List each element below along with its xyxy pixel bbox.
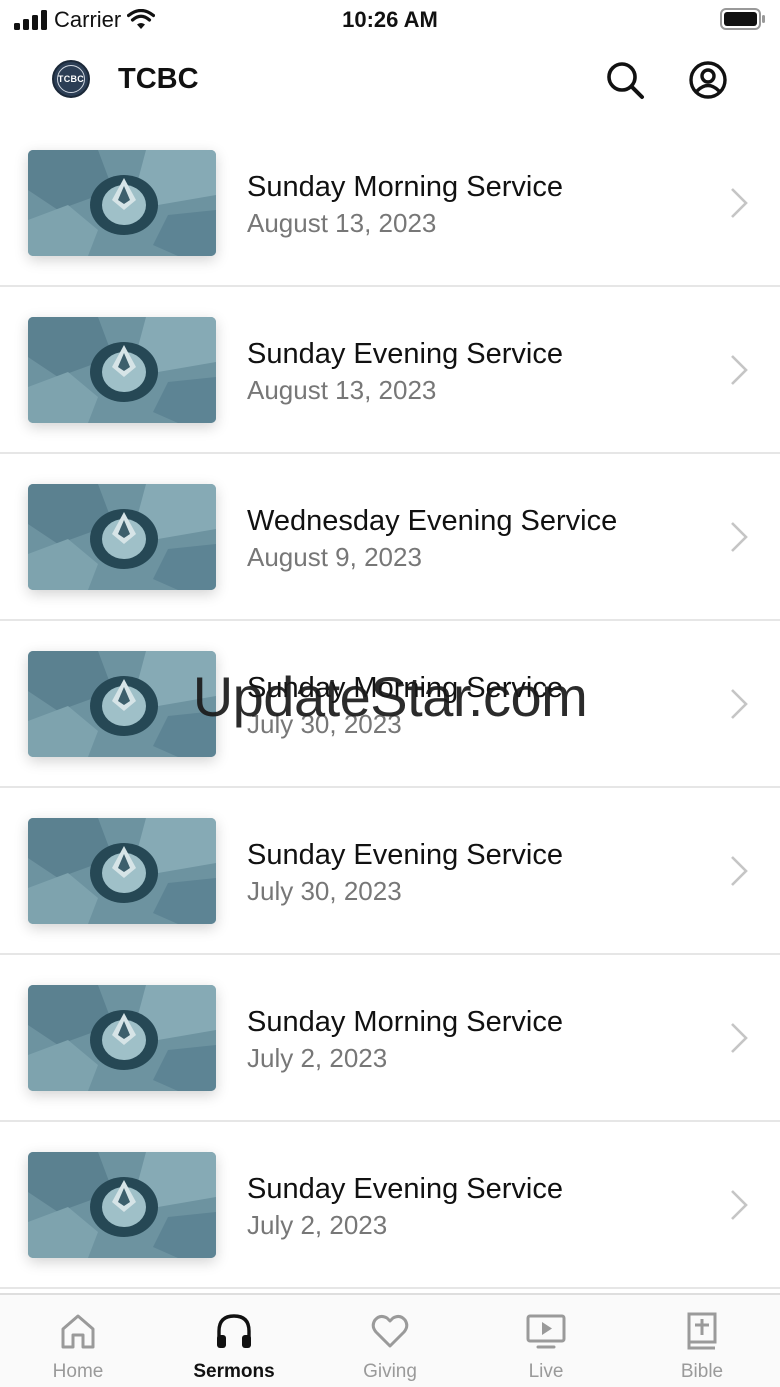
sermon-date: August 9, 2023 [247,542,422,572]
sermon-row[interactable]: Sunday Morning Service July 2, 2023 [0,955,780,1122]
chevron-right-icon [731,188,748,218]
account-icon [689,61,727,99]
tab-giving[interactable]: Giving [312,1295,468,1387]
sermon-title: Sunday Evening Service [247,338,563,370]
account-button[interactable] [686,58,730,102]
app-title: TCBC [118,63,199,95]
search-icon [607,62,644,99]
status-bar: Carrier 10:26 AM [0,0,780,40]
sermon-row[interactable]: Sunday Evening Service July 2, 2023 [0,1122,780,1289]
status-time: 10:26 AM [342,7,438,32]
sermon-date: August 13, 2023 [247,208,437,238]
search-button[interactable] [603,58,647,102]
sermon-thumbnail [28,818,216,924]
chevron-right-icon [731,1023,748,1053]
sermon-thumbnail [28,985,216,1091]
sermon-date: August 13, 2023 [247,375,437,405]
headphones-icon [217,1314,251,1348]
watermark-text: UpdateStar.com [192,665,588,728]
sermon-row[interactable]: Wednesday Evening Service August 9, 2023 [0,454,780,621]
home-icon [61,1314,95,1349]
tab-live[interactable]: Live [468,1295,624,1387]
sermon-title: Wednesday Evening Service [247,505,618,537]
app-header: TCBC TCBC [0,40,780,122]
logo-ring [57,65,85,93]
bible-icon [687,1312,717,1350]
sermon-row[interactable]: Sunday Morning Service August 13, 2023 [0,120,780,287]
chevron-right-icon [731,856,748,886]
sermon-title: Sunday Evening Service [247,839,563,871]
chevron-right-icon [731,522,748,552]
sermon-thumbnail [28,150,216,256]
tab-label: Giving [363,1361,417,1382]
chevron-right-icon [731,355,748,385]
tab-bar: Home Sermons Giving Live Bible [0,1293,780,1387]
sermon-title: Sunday Morning Service [247,1006,563,1038]
tab-label: Bible [680,1361,724,1382]
sermon-title: Sunday Morning Service [247,171,563,203]
chevron-right-icon [731,1190,748,1220]
church-logo: TCBC [52,60,90,98]
tab-sermons[interactable]: Sermons [156,1295,312,1387]
sermon-thumbnail [28,484,216,590]
tv-play-icon [526,1314,566,1349]
sermon-thumbnail [28,1152,216,1258]
sermon-thumbnail [28,317,216,423]
sermon-row[interactable]: Sunday Evening Service August 13, 2023 [0,287,780,454]
tab-label: Sermons [193,1361,275,1382]
tab-bible[interactable]: Bible [624,1295,780,1387]
tab-label: Home [52,1361,104,1382]
sermon-date: July 2, 2023 [247,1043,388,1073]
heart-icon [371,1314,409,1348]
sermon-row[interactable]: Sunday Evening Service July 30, 2023 [0,788,780,955]
sermon-date: July 2, 2023 [247,1210,388,1240]
tab-home[interactable]: Home [0,1295,156,1387]
sermon-date: July 30, 2023 [247,876,402,906]
sermon-title: Sunday Evening Service [247,1173,563,1205]
tab-label: Live [528,1361,564,1382]
battery-icon [720,8,766,35]
